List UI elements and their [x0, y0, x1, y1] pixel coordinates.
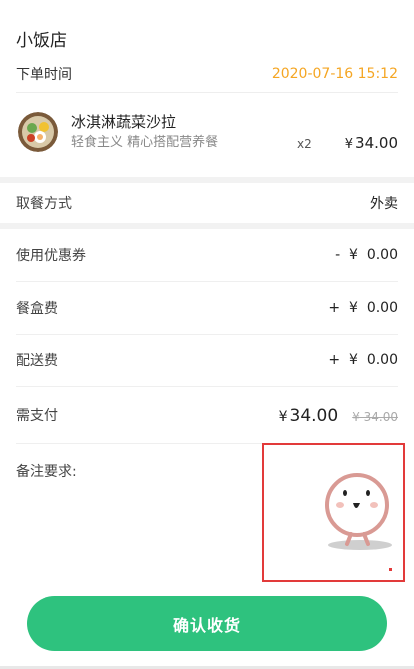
pickup-method-label: 取餐方式	[16, 196, 72, 212]
salad-food-icon	[18, 112, 58, 152]
item-description: 轻食主义 精心搭配营养餐	[71, 135, 219, 150]
payment-label: 需支付	[16, 408, 58, 424]
delivery-fee-row: 配送费 + ¥ 0.00	[16, 334, 398, 387]
note-marker	[389, 568, 392, 571]
item-quantity: x2	[297, 137, 312, 151]
confirm-receipt-button[interactable]: 确认收货	[27, 596, 387, 651]
pickup-method-row: 取餐方式 外卖	[16, 183, 398, 223]
box-fee-row: 餐盒费 + ¥ 0.00	[16, 282, 398, 335]
payment-symbol: ¥	[278, 409, 288, 425]
note-highlight-box	[262, 443, 405, 582]
order-header: 小饭店 下单时间 2020-07-16 15:12 冰淇淋蔬菜沙拉 轻食主义 精…	[0, 0, 414, 177]
coupon-label: 使用优惠券	[16, 248, 86, 264]
payment-amount-value: 34.00	[289, 406, 339, 426]
payment-original-price: ¥ 34.00	[352, 410, 398, 424]
order-time-value: 2020-07-16 15:12	[271, 65, 398, 82]
shop-name: 小饭店	[16, 31, 67, 51]
item-price-symbol: ¥	[344, 137, 354, 152]
delivery-fee-label: 配送费	[16, 353, 58, 369]
order-time-label: 下单时间	[16, 66, 72, 83]
payment-amount: ¥34.00	[279, 406, 339, 426]
delivery-fee-value: + ¥ 0.00	[328, 352, 398, 368]
note-label: 备注要求:	[16, 464, 77, 480]
coupon-value: - ¥ 0.00	[335, 247, 398, 263]
box-fee-value: + ¥ 0.00	[328, 300, 398, 316]
coupon-row[interactable]: 使用优惠券 - ¥ 0.00	[16, 229, 398, 282]
order-item[interactable]: 冰淇淋蔬菜沙拉 轻食主义 精心搭配营养餐 x2 ¥34.00	[16, 105, 398, 165]
smiley-mascot-icon	[325, 473, 392, 550]
box-fee-label: 餐盒费	[16, 301, 58, 317]
pickup-method-value: 外卖	[370, 196, 398, 212]
payment-value: ¥34.00 ¥ 34.00	[279, 406, 398, 426]
item-price-value: 34.00	[355, 134, 398, 152]
item-name: 冰淇淋蔬菜沙拉	[71, 113, 177, 131]
order-time-row: 下单时间 2020-07-16 15:12	[16, 55, 398, 93]
item-price: ¥34.00	[345, 134, 398, 152]
payment-row: 需支付 ¥34.00 ¥ 34.00	[16, 386, 398, 444]
